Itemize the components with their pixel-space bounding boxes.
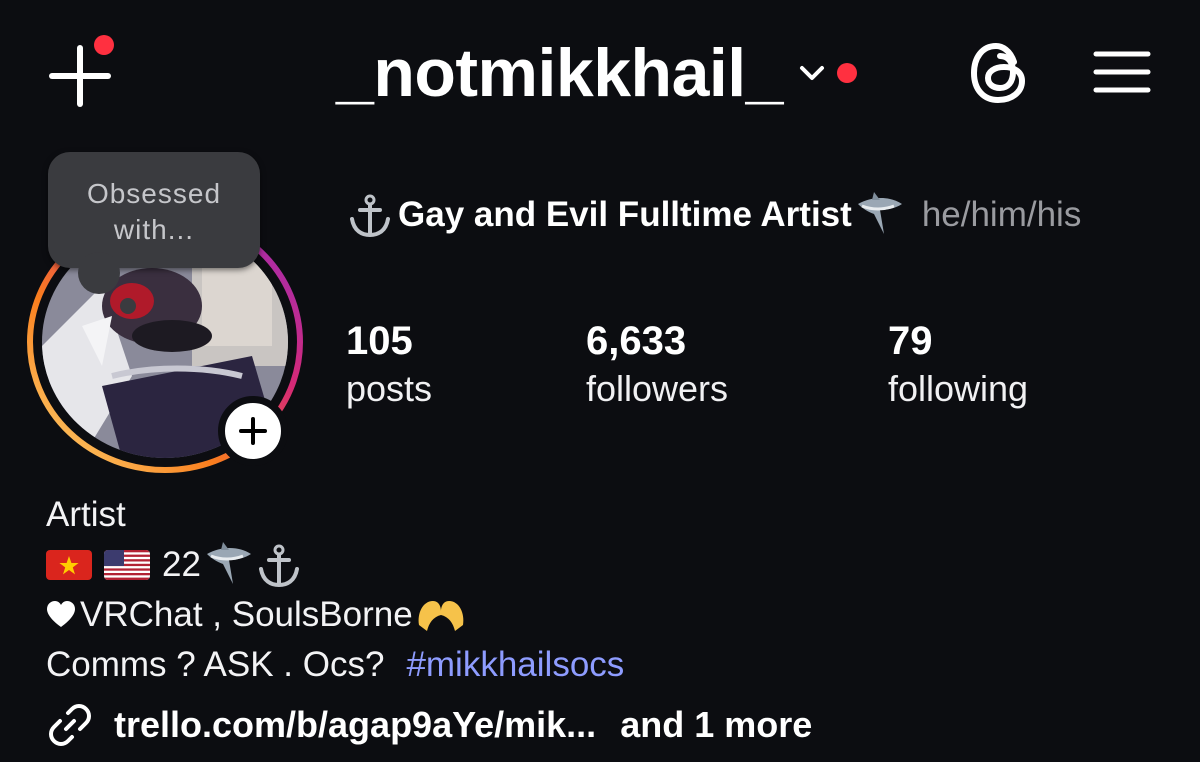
age-text: 22 (162, 545, 201, 584)
hamburger-menu-icon (1093, 51, 1151, 93)
account-switcher[interactable]: _notmikkhail_ (336, 38, 857, 108)
new-post-button[interactable] (44, 35, 116, 112)
following-label: following (888, 368, 1029, 409)
interests-text: VRChat , SoulsBorne (80, 595, 413, 634)
bio-line-1: 22 (46, 540, 624, 590)
add-story-button[interactable] (218, 396, 288, 466)
followers-count: 6,633 (586, 319, 687, 363)
white-heart-icon (47, 601, 75, 627)
posts-stat[interactable]: 105 posts (346, 318, 432, 412)
username: _notmikkhail_ (336, 35, 784, 111)
category-label: Artist (46, 495, 126, 534)
bio-line-3: Comms ? ASK . Ocs? #mikkhailsocs (46, 640, 624, 690)
shark-icon (206, 542, 251, 584)
following-count: 79 (888, 319, 933, 363)
profile-headline: Gay and Evil Fulltime Artist he/him/his (346, 190, 1081, 240)
followers-stat[interactable]: 6,633 followers (586, 318, 728, 412)
vietnam-flag-icon (46, 550, 92, 580)
anchor-icon (350, 194, 390, 238)
followers-label: followers (586, 368, 729, 409)
posts-count: 105 (346, 319, 413, 363)
bio-links[interactable]: trello.com/b/agap9aYe/mik... and 1 more (46, 700, 812, 750)
threads-icon (970, 42, 1026, 104)
pronouns: he/him/his (921, 195, 1082, 234)
hashtag-link[interactable]: #mikkhailsocs (406, 640, 624, 690)
shark-icon (857, 192, 902, 234)
more-links[interactable]: and 1 more (620, 704, 812, 746)
threads-button[interactable] (968, 40, 1030, 106)
comms-text: Comms ? ASK . Ocs? (46, 645, 385, 684)
menu-button[interactable] (1092, 48, 1152, 96)
posts-label: posts (346, 368, 433, 409)
plus-icon (239, 417, 267, 445)
headline-text: Gay and Evil Fulltime Artist (398, 195, 852, 234)
following-stat[interactable]: 79 following (888, 318, 1028, 412)
anchor-icon (258, 544, 299, 588)
heart-hands-icon (418, 601, 464, 631)
usa-flag-icon (104, 550, 150, 580)
link-url[interactable]: trello.com/b/agap9aYe/mik... (114, 704, 596, 746)
bio-line-2: VRChat , SoulsBorne (46, 590, 624, 640)
note-bubble[interactable]: Obsessed with... (48, 152, 260, 314)
link-icon (49, 704, 91, 746)
bio: Artist 22 VRChat , SoulsBorne Comms ? AS… (46, 490, 624, 690)
top-bar: _notmikkhail_ (0, 0, 1200, 150)
chevron-down-icon (800, 66, 824, 80)
notification-dot (94, 35, 114, 55)
unread-dot (837, 63, 857, 83)
note-text: Obsessed with... (86, 178, 222, 245)
